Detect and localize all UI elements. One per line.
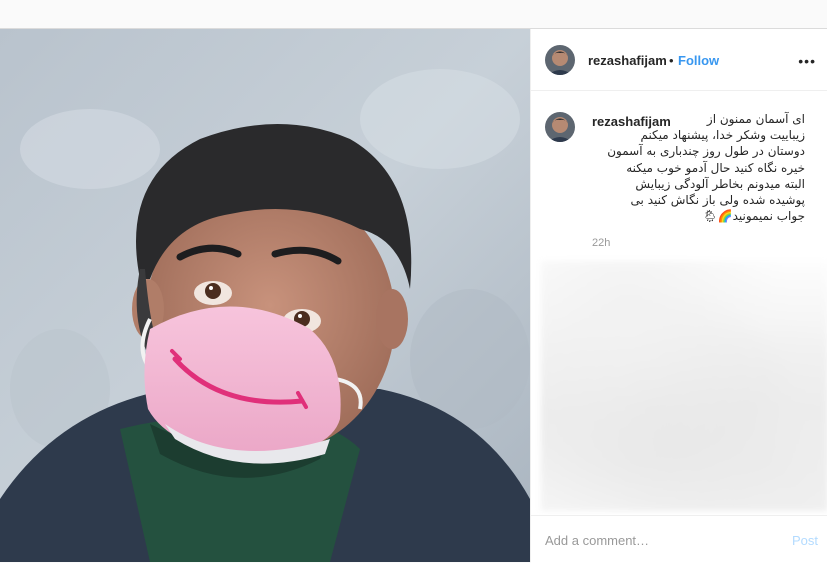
post-header: rezashafijam • Follow ••• [531, 29, 827, 91]
avatar[interactable] [545, 45, 575, 75]
photo-image [0, 29, 530, 562]
follow-button[interactable]: Follow [678, 53, 719, 68]
top-bar [0, 0, 827, 29]
avatar-image [545, 45, 575, 75]
username-link[interactable]: rezashafijam [588, 53, 667, 68]
post-sidebar: rezashafijam • Follow ••• rezashafijam ا… [530, 29, 827, 563]
comment-input[interactable] [545, 530, 765, 550]
post-modal: rezashafijam • Follow ••• rezashafijam ا… [0, 29, 827, 563]
post-comment-button[interactable]: Post [792, 533, 818, 548]
caption-avatar[interactable] [545, 112, 575, 142]
blurred-comments-area [541, 261, 827, 511]
comment-bar: Post [531, 515, 827, 563]
post-time[interactable]: 22h [592, 237, 610, 249]
caption-avatar-image [545, 112, 575, 142]
caption-text: ای آسمان ممنون از زیباییت وشکر خدا، پیشن… [607, 112, 805, 224]
separator-dot: • [669, 53, 674, 68]
post-photo[interactable] [0, 29, 530, 562]
more-options-icon[interactable]: ••• [798, 53, 816, 69]
